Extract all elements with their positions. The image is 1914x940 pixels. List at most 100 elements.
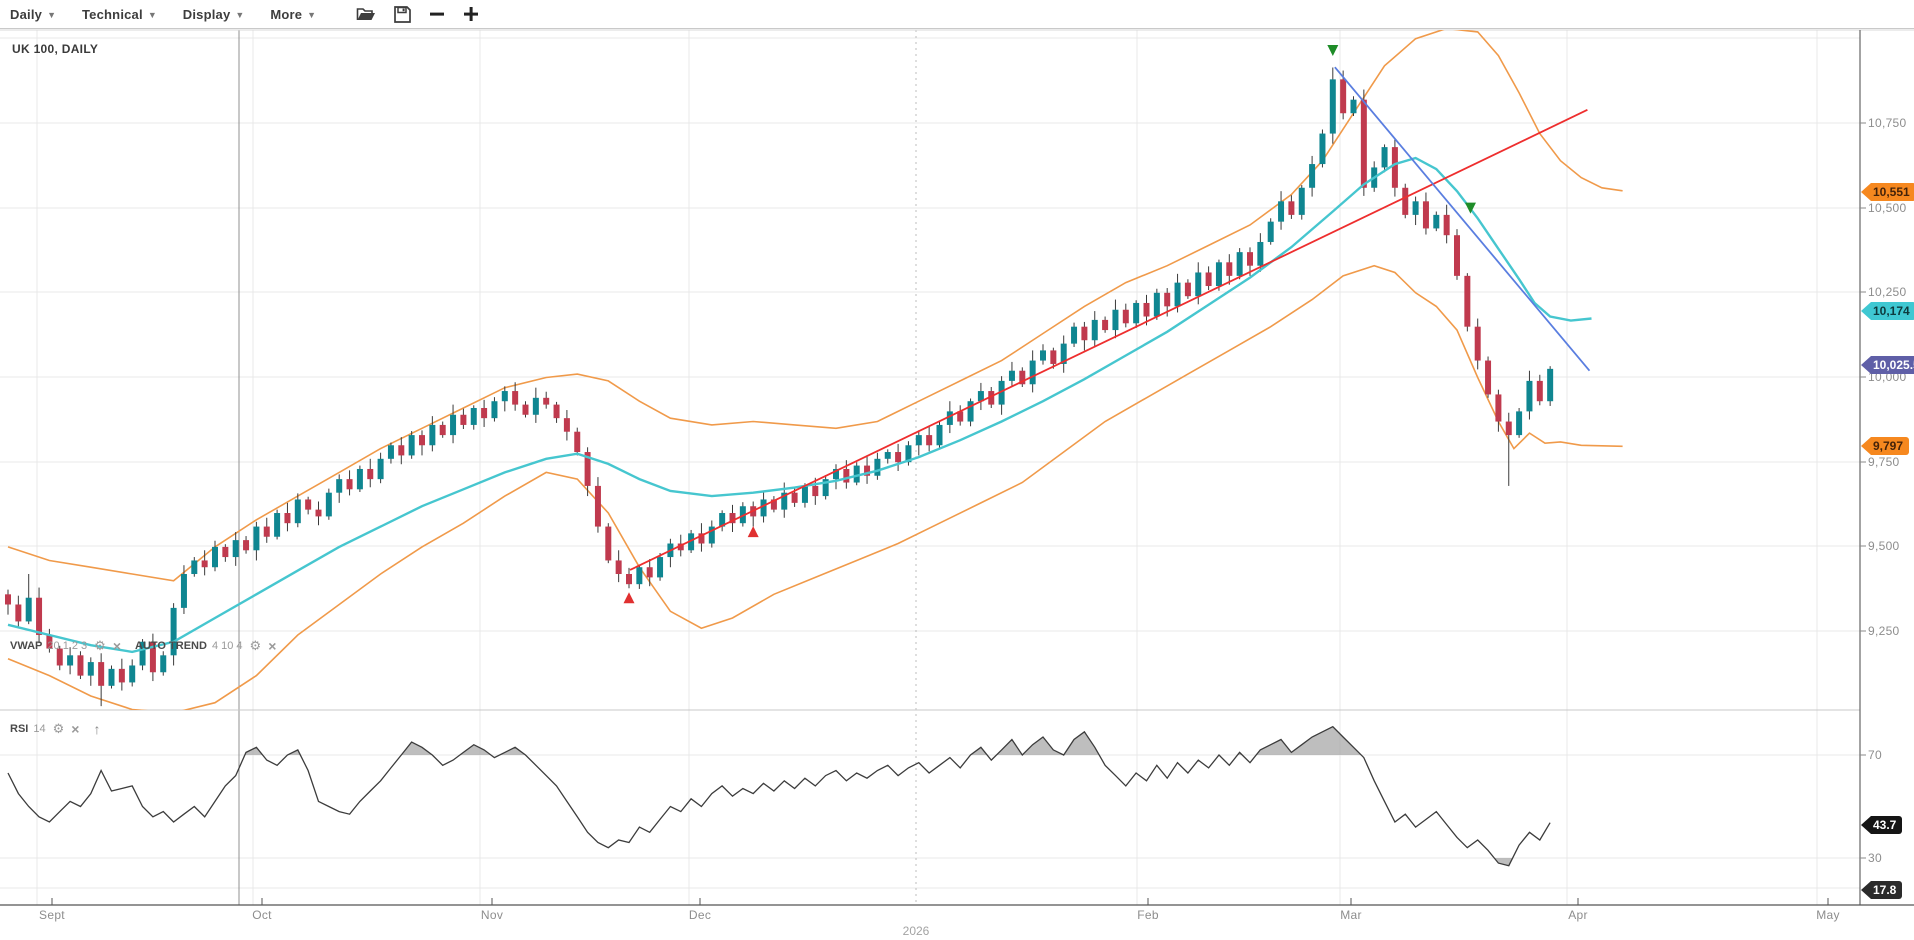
candle-up [67, 655, 73, 665]
candle-down [554, 405, 560, 419]
candle-up [191, 560, 197, 574]
candle-down [792, 493, 798, 503]
candle-up [491, 401, 497, 418]
candle-up [1309, 164, 1315, 188]
candle-up [1268, 222, 1274, 242]
rsi-legend-params: 14 [33, 723, 45, 735]
candle-down [1050, 350, 1056, 364]
auto-trend-up[interactable] [630, 110, 1587, 570]
vwap-badge: 10,174 [1861, 302, 1914, 320]
candle-up [1382, 147, 1388, 167]
rsi-axis-label: 70 [1868, 748, 1882, 762]
price-panel[interactable] [5, 29, 1623, 713]
buy-marker-icon[interactable] [748, 526, 759, 537]
candle-up [1040, 350, 1046, 360]
candle-up [336, 479, 342, 493]
candle-down [574, 432, 580, 452]
candle-down [398, 445, 404, 455]
price-indicators-legend: VWAP 20 1 2 3 ⚙ × AUTO TREND 4 10 4 ⚙ × [10, 638, 290, 654]
price-axis-label: 10,250 [1868, 285, 1907, 299]
candle-down [1226, 262, 1232, 276]
last-price-badge: 10,025.50 [1861, 356, 1914, 374]
candle-down [222, 547, 228, 557]
candle-up [1526, 381, 1532, 411]
candle-up [1112, 310, 1118, 330]
candle-up [968, 401, 974, 421]
autotrend-remove-icon[interactable]: × [268, 638, 276, 654]
time-axis-month-label: Apr [1568, 908, 1588, 922]
candle-down [1144, 303, 1150, 317]
candle-up [253, 527, 259, 551]
time-axis-month-label: Dec [689, 908, 711, 922]
candle-down [512, 391, 518, 405]
charting-app: { "toolbar": { "menus": [ {"id":"timefra… [0, 0, 1914, 940]
candle-down [1123, 310, 1129, 324]
candle-down [523, 405, 529, 415]
candle-up [937, 425, 943, 445]
candle-down [119, 669, 125, 683]
price-axis-label: 10,500 [1868, 201, 1907, 215]
candle-up [1547, 369, 1553, 401]
candle-down [1402, 188, 1408, 215]
candle-up [1330, 79, 1336, 133]
candle-down [1464, 276, 1470, 327]
candle-down [419, 435, 425, 445]
candle-up [1299, 188, 1305, 215]
price-axis-label: 9,250 [1868, 624, 1900, 638]
candle-down [543, 398, 549, 405]
candle-up [212, 547, 218, 567]
candle-down [202, 560, 208, 567]
candle-down [15, 604, 21, 621]
rsi-legend: RSI 14 ⚙ × ↑ [10, 721, 100, 737]
rsi-move-up-icon[interactable]: ↑ [93, 721, 100, 737]
candle-down [895, 452, 901, 462]
candle-up [1319, 134, 1325, 164]
sell-marker-icon[interactable] [1327, 45, 1338, 56]
candle-down [564, 418, 570, 432]
rsi-settings-gear-icon[interactable]: ⚙ [53, 721, 65, 737]
candle-up [295, 499, 301, 523]
rsi-overbought-fill [1256, 727, 1361, 755]
candle-up [1516, 411, 1522, 435]
candle-up [450, 415, 456, 435]
candle-down [1423, 201, 1429, 228]
candle-up [1433, 215, 1439, 229]
buy-marker-icon[interactable] [624, 592, 635, 603]
vwap-settings-gear-icon[interactable]: ⚙ [94, 638, 106, 654]
candle-up [916, 435, 922, 445]
vwap-remove-icon[interactable]: × [113, 638, 121, 654]
candle-down [5, 594, 11, 604]
vwap-legend-params: 20 1 2 3 [47, 640, 87, 652]
candle-down [264, 527, 270, 537]
candle-up [502, 391, 508, 401]
upper-band-badge: 10,551 [1861, 183, 1914, 201]
candle-up [274, 513, 280, 537]
candle-up [1071, 327, 1077, 344]
candle-up [1154, 293, 1160, 317]
candle-down [347, 479, 353, 489]
candle-down [1164, 293, 1170, 307]
candle-up [471, 408, 477, 425]
time-axis-month-label: Feb [1137, 908, 1159, 922]
candle-up [357, 469, 363, 489]
candle-down [481, 408, 487, 418]
candle-down [626, 574, 632, 584]
price-chart-canvas[interactable] [0, 0, 1914, 940]
autotrend-legend-params: 4 10 4 [212, 640, 243, 652]
autotrend-settings-gear-icon[interactable]: ⚙ [250, 638, 262, 654]
candle-down [1485, 361, 1491, 395]
rsi-remove-icon[interactable]: × [71, 721, 79, 737]
candle-up [802, 486, 808, 503]
candle-up [1092, 320, 1098, 340]
candle-down [1206, 272, 1212, 286]
candle-down [1081, 327, 1087, 341]
candle-down [367, 469, 373, 479]
candle-down [616, 560, 622, 574]
auto-trend-down[interactable] [1335, 67, 1590, 371]
candle-up [1133, 303, 1139, 323]
candle-down [605, 527, 611, 561]
lower-band-badge: 9,797 [1861, 437, 1909, 455]
symbol-title: UK 100, DAILY [12, 42, 98, 56]
candle-up [409, 435, 415, 455]
candle-up [1216, 262, 1222, 286]
